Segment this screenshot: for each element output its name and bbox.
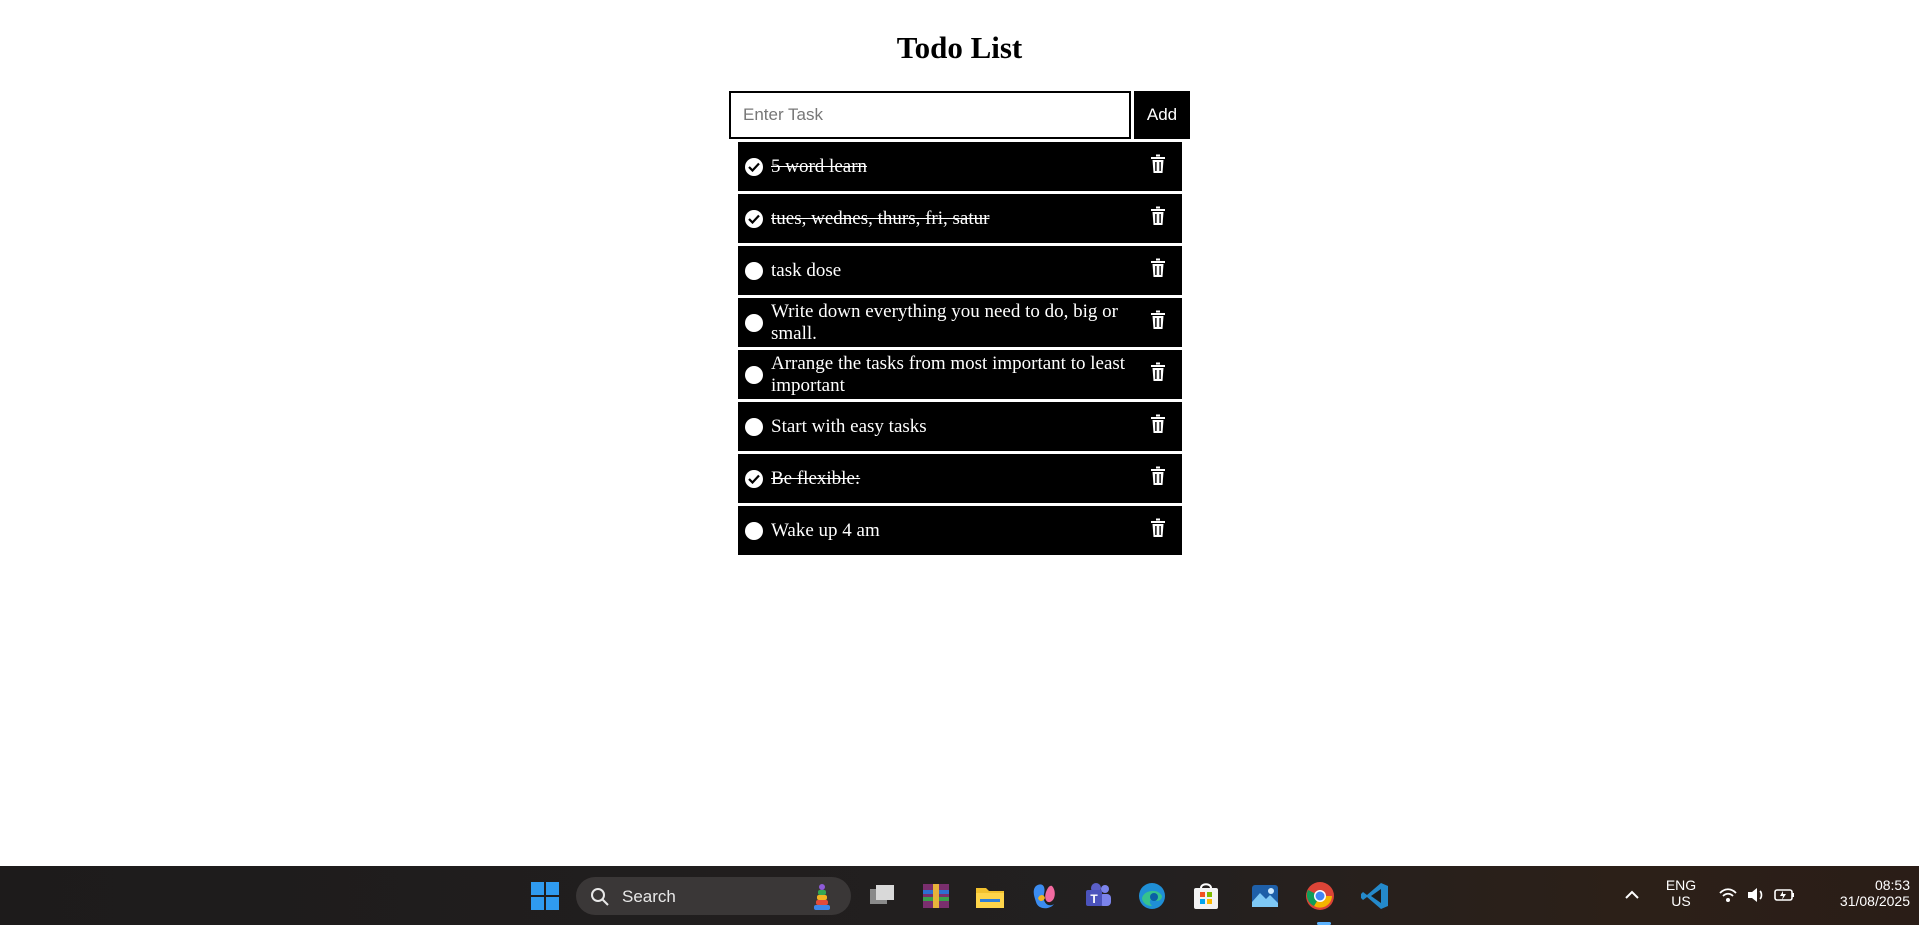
trash-icon[interactable] xyxy=(1150,310,1166,330)
task-item: task dose xyxy=(738,246,1182,295)
task-text: Start with easy tasks xyxy=(771,415,927,437)
svg-text:T: T xyxy=(1090,892,1098,906)
wifi-icon[interactable] xyxy=(1718,886,1738,904)
page-title: Todo List xyxy=(896,30,1023,65)
task-checkbox[interactable] xyxy=(745,365,763,384)
add-button[interactable]: Add xyxy=(1134,91,1190,139)
taskbar-search[interactable]: Search xyxy=(576,877,851,915)
chrome-icon[interactable] xyxy=(1304,880,1336,912)
trash-icon[interactable] xyxy=(1150,206,1166,226)
task-item: Arrange the tasks from most important to… xyxy=(738,350,1182,399)
windows-start-icon[interactable] xyxy=(529,880,561,912)
battery-icon[interactable] xyxy=(1774,886,1796,904)
task-item: Start with easy tasks xyxy=(738,402,1182,451)
trash-icon[interactable] xyxy=(1150,154,1166,174)
task-checkbox[interactable] xyxy=(745,417,763,436)
trash-icon[interactable] xyxy=(1150,518,1166,538)
vscode-icon[interactable] xyxy=(1359,880,1391,912)
trash-icon[interactable] xyxy=(1150,414,1166,434)
task-checkbox[interactable] xyxy=(745,469,763,488)
volume-icon[interactable] xyxy=(1746,886,1766,904)
winrar-icon[interactable] xyxy=(920,880,952,912)
file-explorer-icon[interactable] xyxy=(974,880,1006,912)
ring-stack-icon xyxy=(814,884,830,910)
search-icon xyxy=(591,888,609,906)
task-text: Arrange the tasks from most important to… xyxy=(771,352,1126,396)
task-checkbox[interactable] xyxy=(745,261,763,280)
task-text: Wake up 4 am xyxy=(771,519,880,541)
task-checkbox[interactable] xyxy=(745,209,763,228)
task-checkbox[interactable] xyxy=(745,313,763,332)
task-item: Write down everything you need to do, bi… xyxy=(738,298,1182,347)
trash-icon[interactable] xyxy=(1150,466,1166,486)
chevron-up-icon[interactable] xyxy=(1624,888,1640,902)
task-item: Be flexible: xyxy=(738,454,1182,503)
task-list: 5 word learn tues, wednes, thurs, fri, s… xyxy=(738,142,1182,558)
search-label: Search xyxy=(622,887,676,906)
task-view-icon[interactable] xyxy=(866,880,898,912)
task-text: tues, wednes, thurs, fri, satur xyxy=(771,207,990,229)
task-item: 5 word learn xyxy=(738,142,1182,191)
task-text: 5 word learn xyxy=(771,155,868,177)
microsoft-store-icon[interactable] xyxy=(1190,880,1222,912)
trash-icon[interactable] xyxy=(1150,362,1166,382)
trash-icon[interactable] xyxy=(1150,258,1166,278)
task-input-row: Add xyxy=(729,91,1190,139)
taskbar: Search T ENG US 08:53 31/08/2025 xyxy=(0,866,1919,925)
edge-icon[interactable] xyxy=(1136,880,1168,912)
task-checkbox[interactable] xyxy=(745,157,763,176)
task-text: task dose xyxy=(771,259,842,281)
copilot-icon[interactable] xyxy=(1028,880,1060,912)
task-item: Wake up 4 am xyxy=(738,506,1182,555)
teams-icon[interactable]: T xyxy=(1082,880,1114,912)
task-text: Write down everything you need to do, bi… xyxy=(771,300,1118,344)
task-item: tues, wednes, thurs, fri, satur xyxy=(738,194,1182,243)
task-text: Be flexible: xyxy=(771,467,861,489)
clock[interactable]: 08:53 31/08/2025 xyxy=(1810,877,1910,909)
task-input[interactable] xyxy=(729,91,1131,139)
task-checkbox[interactable] xyxy=(745,521,763,540)
language-indicator[interactable]: ENG US xyxy=(1656,877,1706,909)
photos-icon[interactable] xyxy=(1249,880,1281,912)
